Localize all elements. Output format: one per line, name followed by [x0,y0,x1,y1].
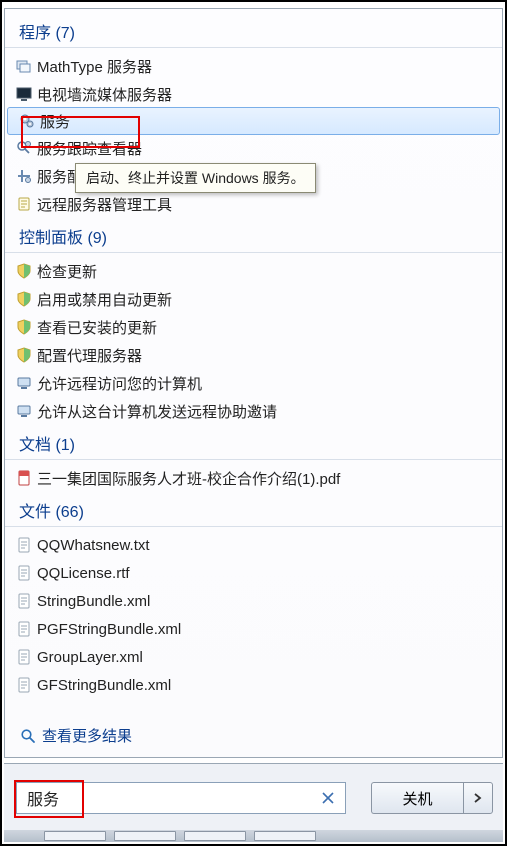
computer-icon [15,402,33,420]
tools-icon [15,167,33,185]
pdf-icon [15,469,33,487]
section-documents-header: 文档 (1) [5,425,502,457]
item-label: PGFStringBundle.xml [37,621,181,638]
results-panel: 程序 (7) MathType 服务器电视墙流媒体服务器服务服务跟踪查看器服务配… [4,8,503,758]
tooltip: 启动、终止并设置 Windows 服务。 [75,163,316,193]
item-label: QQLicense.rtf [37,565,130,582]
shield-icon [15,262,33,280]
item-label: 服务 [40,111,70,132]
item-label: 查看已安装的更新 [37,317,157,338]
see-more-results[interactable]: 查看更多结果 [20,725,132,746]
item-label: 远程服务器管理工具 [37,194,172,215]
item-label: 三一集团国际服务人才班-校企合作介绍(1).pdf [37,468,340,489]
section-documents-items: 三一集团国际服务人才班-校企合作介绍(1).pdf [5,464,502,492]
xml-file-icon [15,592,33,610]
item-label: 电视墙流媒体服务器 [37,84,172,105]
item-label: 允许远程访问您的计算机 [37,373,202,394]
divider [5,252,502,253]
item-label: QQWhatsnew.txt [37,537,150,554]
section-files-items: QQWhatsnew.txt QQLicense.rtf StringBundle.… [5,531,502,699]
shield-icon [15,318,33,336]
shield-icon [15,346,33,364]
gears-icon [18,112,36,130]
section-controlpanel-items: 检查更新启用或禁用自动更新查看已安装的更新配置代理服务器允许远程访问您的计算机允… [5,257,502,425]
item-label: GroupLayer.xml [37,649,143,666]
xml-file-icon [15,676,33,694]
programs-item[interactable]: 电视墙流媒体服务器 [5,80,502,108]
start-menu-search-window: 程序 (7) MathType 服务器电视墙流媒体服务器服务服务跟踪查看器服务配… [0,0,507,846]
programs-item[interactable]: 服务 [7,107,500,135]
rtf-file-icon [15,564,33,582]
divider [5,526,502,527]
programs-item[interactable]: 远程服务器管理工具 [5,190,502,218]
taskbar-fragment [4,830,503,842]
xml-file-icon [15,648,33,666]
bottom-bar: 关机 [4,763,503,842]
programs-item[interactable]: MathType 服务器 [5,52,502,80]
script-icon [15,195,33,213]
stack-icon [15,57,33,75]
files-item[interactable]: QQWhatsnew.txt [5,531,502,559]
divider [5,47,502,48]
search-gear-icon [15,139,33,157]
files-item[interactable]: PGFStringBundle.xml [5,615,502,643]
item-label: StringBundle.xml [37,593,150,610]
search-input[interactable] [25,788,319,808]
item-label: 允许从这台计算机发送远程协助邀请 [37,401,277,422]
item-label: GFStringBundle.xml [37,677,171,694]
see-more-label: 查看更多结果 [42,725,132,746]
control_panel-item[interactable]: 配置代理服务器 [5,341,502,369]
item-label: 服务跟踪查看器 [37,138,142,159]
control_panel-item[interactable]: 允许远程访问您的计算机 [5,369,502,397]
shutdown-options-button[interactable] [463,782,493,814]
item-label: 启用或禁用自动更新 [37,289,172,310]
shield-icon [15,290,33,308]
control_panel-item[interactable]: 查看已安装的更新 [5,313,502,341]
item-label: MathType 服务器 [37,56,152,77]
clear-search-icon[interactable] [319,789,337,807]
files-item[interactable]: StringBundle.xml [5,587,502,615]
divider [5,459,502,460]
computer-icon [15,374,33,392]
files-item[interactable]: QQLicense.rtf [5,559,502,587]
programs-item[interactable]: 服务跟踪查看器 [5,134,502,162]
search-box[interactable] [16,782,346,814]
documents-item[interactable]: 三一集团国际服务人才班-校企合作介绍(1).pdf [5,464,502,492]
item-label: 检查更新 [37,261,97,282]
xml-file-icon [15,620,33,638]
chevron-right-icon [474,793,482,803]
results-scroll: 程序 (7) MathType 服务器电视墙流媒体服务器服务服务跟踪查看器服务配… [5,9,502,699]
magnifier-icon [20,728,36,744]
section-files-header: 文件 (66) [5,492,502,524]
shutdown-button-group: 关机 [371,782,493,814]
files-item[interactable]: GFStringBundle.xml [5,671,502,699]
display-icon [15,85,33,103]
text-file-icon [15,536,33,554]
shutdown-button[interactable]: 关机 [371,782,463,814]
section-controlpanel-header: 控制面板 (9) [5,218,502,250]
files-item[interactable]: GroupLayer.xml [5,643,502,671]
control_panel-item[interactable]: 启用或禁用自动更新 [5,285,502,313]
control_panel-item[interactable]: 允许从这台计算机发送远程协助邀请 [5,397,502,425]
control_panel-item[interactable]: 检查更新 [5,257,502,285]
item-label: 配置代理服务器 [37,345,142,366]
section-programs-header: 程序 (7) [5,13,502,45]
section-programs-items: MathType 服务器电视墙流媒体服务器服务服务跟踪查看器服务配置编辑器远程服… [5,52,502,218]
search-wrap [16,782,346,814]
